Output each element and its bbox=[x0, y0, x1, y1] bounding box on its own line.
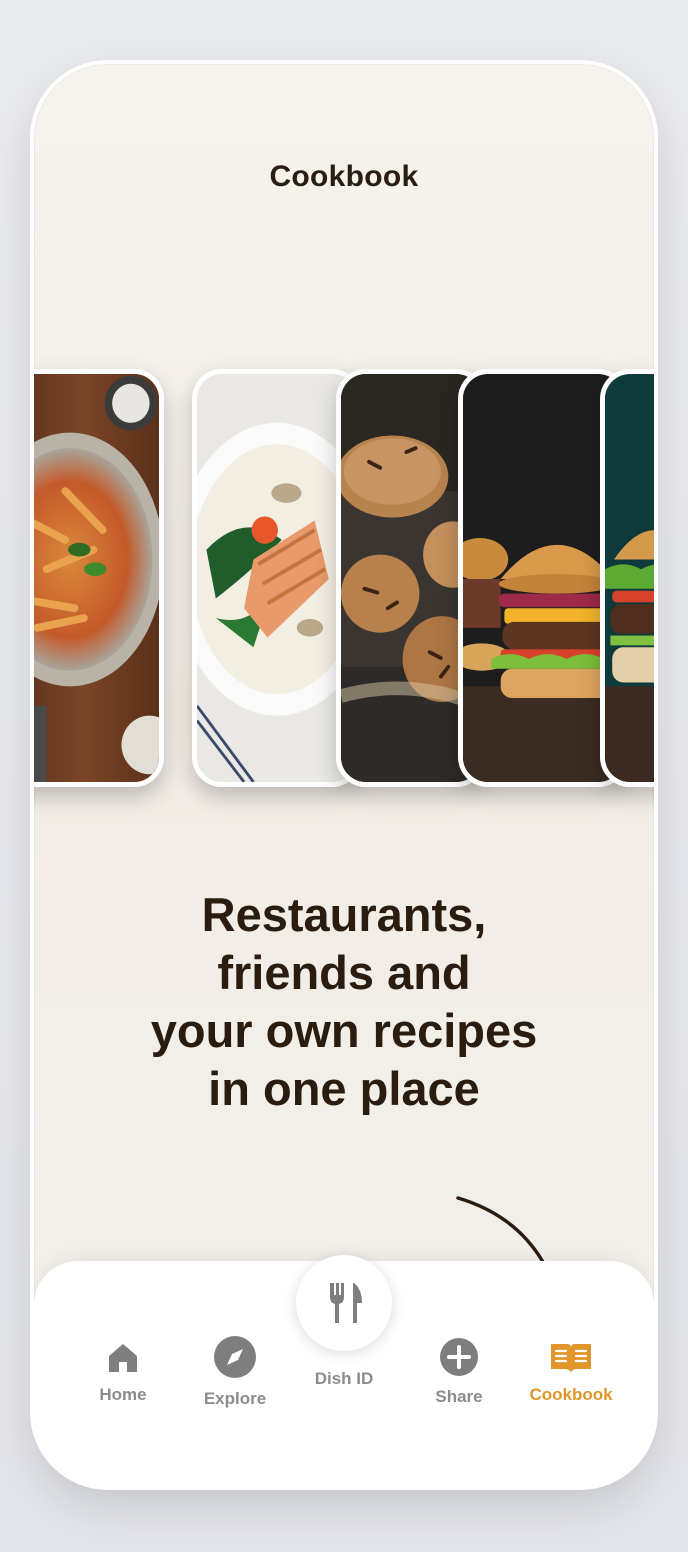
tab-explore[interactable]: Explore bbox=[180, 1336, 290, 1409]
burger-image bbox=[463, 374, 623, 782]
phone-frame: Cookbook Restaurants, friends and your o… bbox=[30, 60, 658, 1490]
headline-line-1: Restaurants, bbox=[201, 888, 487, 941]
headline: Restaurants, friends and your own recipe… bbox=[34, 886, 654, 1118]
tab-home[interactable]: Home bbox=[68, 1341, 178, 1405]
tab-share-label: Share bbox=[435, 1387, 483, 1406]
tab-cookbook[interactable]: Cookbook bbox=[516, 1341, 626, 1405]
plus-circle-icon bbox=[440, 1338, 478, 1376]
salmon-image bbox=[197, 374, 357, 782]
burger-2-image bbox=[605, 374, 654, 782]
tab-bar: Dish ID Home Explore Share Cookbook bbox=[34, 1255, 654, 1486]
headline-line-2: friends and bbox=[217, 946, 471, 999]
tab-share[interactable]: Share bbox=[404, 1338, 514, 1407]
home-icon bbox=[109, 1344, 137, 1372]
dish-id-label: Dish ID bbox=[314, 1369, 374, 1388]
pasta-image bbox=[34, 374, 159, 782]
page-title: Cookbook bbox=[269, 160, 419, 193]
fork-knife-icon bbox=[330, 1283, 362, 1323]
tab-cookbook-label: Cookbook bbox=[529, 1385, 613, 1404]
tab-home-label: Home bbox=[99, 1385, 147, 1404]
book-icon bbox=[551, 1344, 591, 1373]
headline-line-4: in one place bbox=[208, 1062, 480, 1115]
food-card-pasta[interactable] bbox=[34, 369, 164, 787]
tab-explore-label: Explore bbox=[203, 1389, 267, 1408]
food-card-burger-2[interactable] bbox=[600, 369, 654, 787]
dish-id-button[interactable] bbox=[296, 1255, 392, 1351]
headline-line-3: your own recipes bbox=[150, 1004, 538, 1057]
compass-icon bbox=[214, 1336, 256, 1378]
